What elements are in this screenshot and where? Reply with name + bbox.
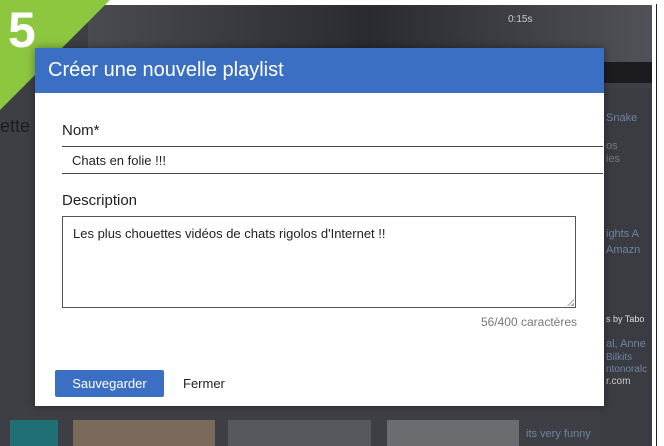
sidebar-link: Snake [606,112,638,124]
sidebar-text: s by Tabo [606,314,645,324]
step-number: 5 [8,2,36,58]
name-label: Nom* [62,122,100,139]
sidebar-link: ights A [606,228,640,240]
description-label: Description [62,192,138,209]
sidebar-text: os [606,140,618,152]
sidebar-text: r.com [606,376,631,387]
frame-line [656,4,657,446]
dialog-title: Créer une nouvelle playlist [35,48,604,93]
sidebar-text: ies [606,153,621,165]
sidebar-link: its very funny [526,428,591,440]
sidebar-link: Amazn [606,244,641,256]
video-thumbnail [387,420,519,446]
resize-grip-icon[interactable] [566,298,574,306]
playlist-name-input[interactable] [62,146,603,174]
video-thumbnail [10,420,58,446]
sidebar-link: Bilkits [606,352,633,363]
video-thumbnail [228,420,371,446]
frame-border [652,0,664,446]
playlist-description-input[interactable]: Les plus chouettes vidéos de chats rigol… [62,216,576,308]
close-button[interactable]: Fermer [183,370,225,397]
page-heading-fragment: ette [0,116,31,136]
save-button[interactable]: Sauvegarder [55,370,164,397]
character-counter: 56/400 caractères [480,315,577,329]
sidebar-link: ntonoralc [606,364,648,375]
create-playlist-dialog: Créer une nouvelle playlist Nom* Descrip… [35,48,604,406]
sidebar-link: al, Anne [606,338,646,350]
video-thumbnail [73,420,215,446]
video-time: 0:15s [508,14,533,25]
